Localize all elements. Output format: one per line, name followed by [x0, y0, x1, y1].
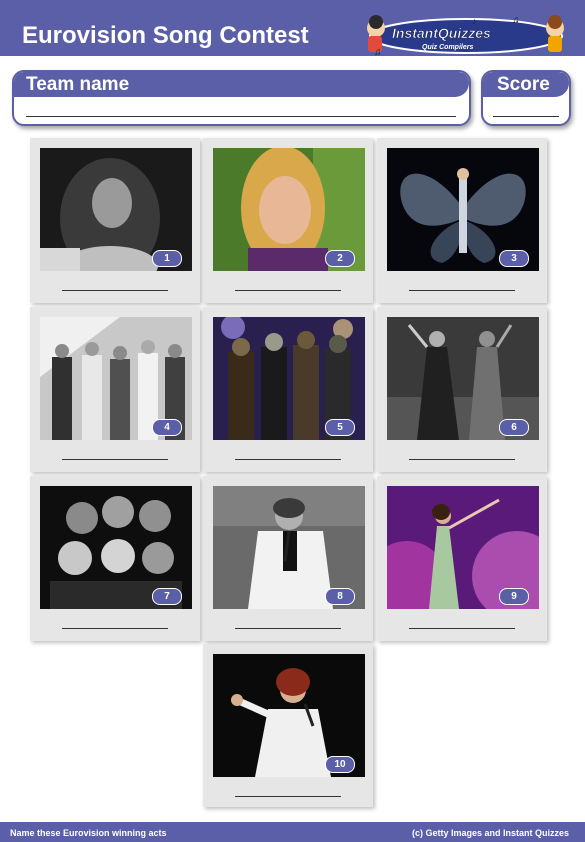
quiz-card-6: 6 — [377, 307, 547, 472]
photo-7: 7 — [40, 486, 192, 609]
quiz-card-7: 7 — [30, 476, 200, 641]
photo-6: 6 — [387, 317, 539, 440]
answer-line-8[interactable] — [235, 628, 341, 629]
footer-instructions: Name these Eurovision winning acts — [10, 828, 167, 838]
footer-copyright: (c) Getty Images and Instant Quizzes — [411, 828, 569, 838]
answer-line-10[interactable] — [235, 796, 341, 797]
answer-line-7[interactable] — [62, 628, 168, 629]
photo-10: 10 — [213, 654, 365, 777]
answer-line-4[interactable] — [62, 459, 168, 460]
photo-2: 2 — [213, 148, 365, 271]
page-title: Eurovision Song Contest — [22, 22, 309, 49]
score-label: Score — [483, 72, 569, 97]
team-name-label: Team name — [14, 72, 469, 97]
card-number-badge: 6 — [499, 419, 529, 436]
instant-quizzes-logo: ♫ ♪ ♫ InstantQuizzes Quiz Compilers — [362, 14, 570, 58]
svg-text:♫: ♫ — [374, 47, 382, 58]
photo-4: 4 — [40, 317, 192, 440]
card-number-badge: 4 — [152, 419, 182, 436]
card-number-badge: 8 — [325, 588, 355, 605]
photo-8: 8 — [213, 486, 365, 609]
team-name-box: Team name — [12, 70, 471, 126]
quiz-card-5: 5 — [203, 307, 373, 472]
team-name-field[interactable] — [26, 116, 456, 117]
svg-text:♫: ♫ — [512, 15, 520, 26]
card-number-badge: 1 — [152, 250, 182, 267]
quiz-card-8: 8 — [203, 476, 373, 641]
card-number-badge: 3 — [499, 250, 529, 267]
logo-tagline: Quiz Compilers — [422, 44, 474, 51]
footer-bar: Name these Eurovision winning acts (c) G… — [0, 822, 585, 842]
photo-9: 9 — [387, 486, 539, 609]
quiz-card-2: 2 — [203, 138, 373, 303]
logo-brand: InstantQuizzes — [392, 25, 491, 42]
answer-line-5[interactable] — [235, 459, 341, 460]
quiz-card-10: 10 — [203, 644, 373, 807]
answer-line-1[interactable] — [62, 290, 168, 291]
photo-5: 5 — [213, 317, 365, 440]
quiz-card-4: 4 — [30, 307, 200, 472]
card-number-badge: 10 — [325, 756, 355, 773]
answer-line-2[interactable] — [235, 290, 341, 291]
answer-line-6[interactable] — [409, 459, 515, 460]
quiz-card-1: 1 — [30, 138, 200, 303]
score-field[interactable] — [493, 116, 559, 117]
card-number-badge: 2 — [325, 250, 355, 267]
answer-line-3[interactable] — [409, 290, 515, 291]
score-box: Score — [481, 70, 571, 126]
answer-line-9[interactable] — [409, 628, 515, 629]
photo-3: 3 — [387, 148, 539, 271]
header-bar: Eurovision Song Contest ♫ ♪ ♫ InstantQui… — [0, 0, 585, 58]
photo-1: 1 — [40, 148, 192, 271]
card-number-badge: 7 — [152, 588, 182, 605]
quiz-card-9: 9 — [377, 476, 547, 641]
quiz-card-3: 3 — [377, 138, 547, 303]
card-number-badge: 9 — [499, 588, 529, 605]
card-number-badge: 5 — [325, 419, 355, 436]
